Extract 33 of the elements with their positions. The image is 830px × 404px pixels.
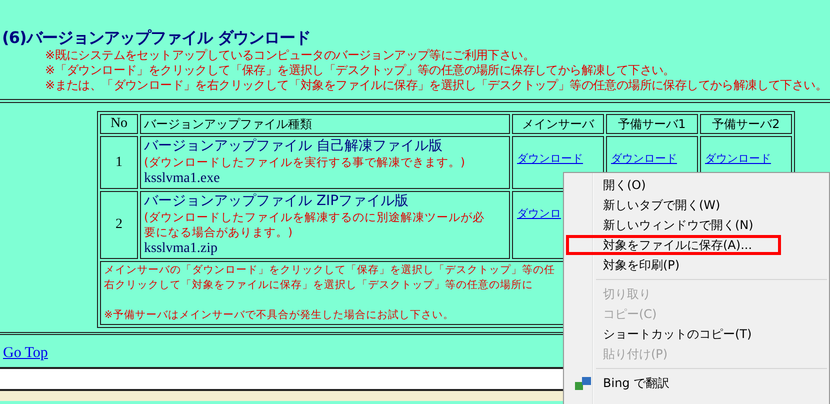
row-number: 2	[100, 191, 138, 259]
instruction-text: メインサーバの「ダウンロード」をクリックして「保存」を選択し「デスクトップ」等の任	[104, 263, 555, 278]
menu-item[interactable]: 対象をファイルに保存(A)...	[566, 235, 781, 255]
column-header: 予備サーバ1	[606, 114, 698, 134]
menu-item[interactable]: Bing で翻訳	[566, 373, 827, 393]
note-text: ※既にシステムをセットアップしているコンピュータのバージョンアップ等にご利用下さい。	[45, 48, 536, 63]
column-header: No	[100, 114, 138, 134]
menu-item[interactable]: 新しいタブで開く(W)	[566, 195, 827, 215]
instruction-text: 右クリックして「対象をファイルに保存」を選択し「デスクトップ」等の任意の場所に	[104, 278, 533, 293]
download-link[interactable]: ダウンロード	[517, 152, 583, 165]
note-text: ※予備サーバはメインサーバで不具合が発生した場合にお試し下さい。	[104, 308, 454, 323]
download-link[interactable]: ダウンロード	[705, 152, 771, 165]
go-top-link[interactable]: Go Top	[3, 345, 48, 362]
download-link[interactable]: ダウンロ	[517, 207, 561, 220]
note-text: ※または、「ダウンロード」を右クリックして「対象をファイルに保存」を選択し「デスクトップ」等の任意の場所に保存してから解凍して下さい。	[45, 78, 828, 93]
note-text: ※「ダウンロード」をクリックして「保存」を選択し「デスクトップ」等の任意の場所に保存してから解凍して下さい。	[45, 63, 676, 78]
column-header: 予備サーバ2	[700, 114, 792, 134]
column-header: メインサーバ	[512, 114, 604, 134]
file-description: (ダウンロードしたファイルを実行する事で解凍できます。)	[144, 155, 466, 170]
menu-item[interactable]: 対象を印刷(P)	[566, 255, 827, 275]
download-link[interactable]: ダウンロード	[611, 152, 677, 165]
file-name: ksslvma1.exe	[144, 170, 221, 187]
column-header: バージョンアップファイル種類	[140, 114, 510, 134]
menu-item[interactable]: 新しいウィンドウで開く(N)	[566, 215, 827, 235]
row-number: 1	[100, 136, 138, 189]
section-heading: (6)バージョンアップファイル ダウンロード	[2, 28, 312, 48]
file-description: (ダウンロードしたファイルを解凍するのに別途解凍ツールが必要になる場合があります。)	[144, 210, 486, 240]
menu-item[interactable]: 開く(O)	[566, 175, 827, 195]
translate-icon	[575, 377, 591, 391]
file-title: バージョンアップファイル 自己解凍ファイル版	[144, 138, 444, 155]
file-name: ksslvma1.zip	[144, 240, 218, 257]
menu-item[interactable]: ショートカットのコピー(T)	[566, 324, 827, 344]
file-title: バージョンアップファイル ZIPファイル版	[144, 193, 410, 210]
